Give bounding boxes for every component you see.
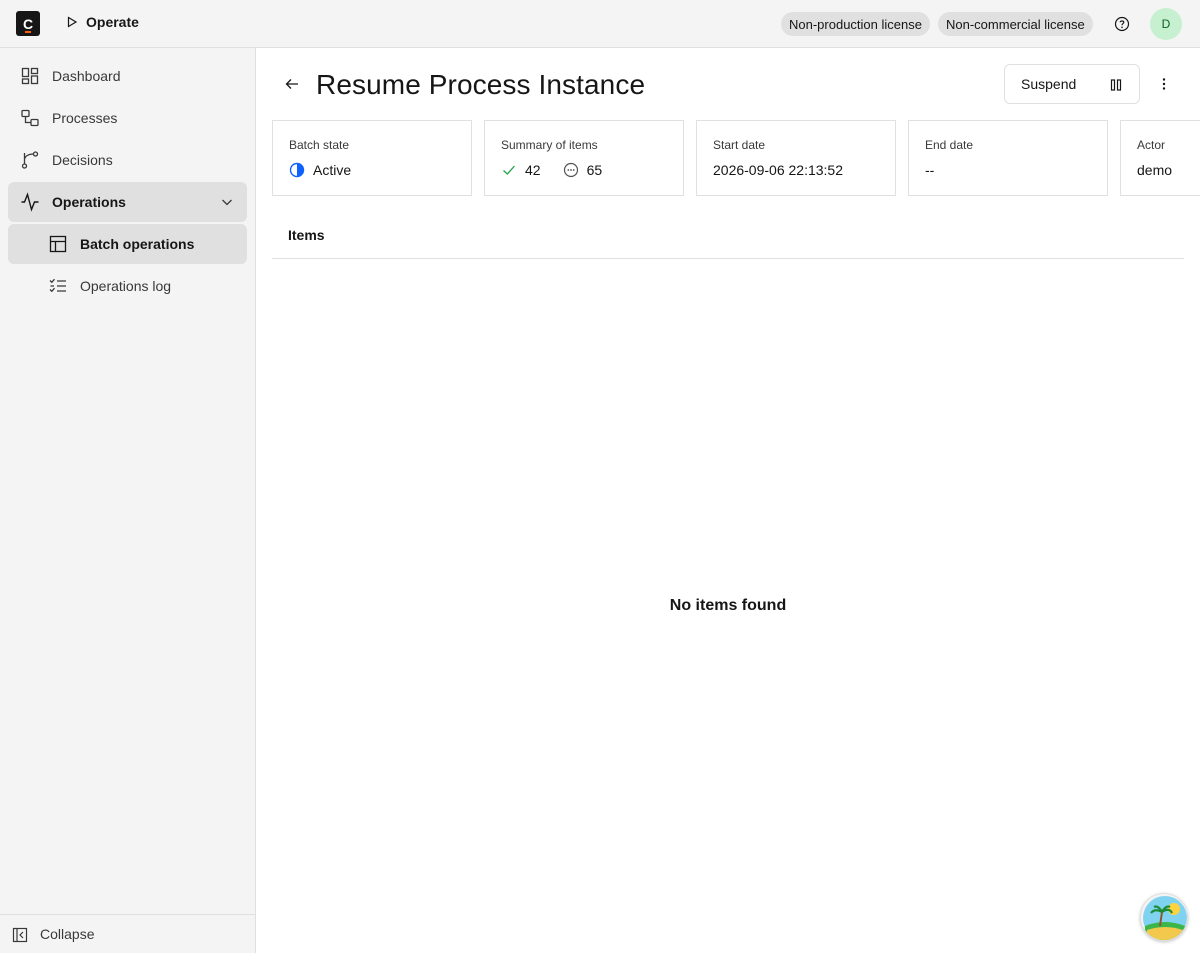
overflow-menu-vertical-icon bbox=[1162, 78, 1166, 90]
floating-help-button[interactable] bbox=[1140, 893, 1188, 941]
process-icon bbox=[21, 109, 39, 127]
tile-batch-state: Batch state Active bbox=[272, 120, 472, 196]
end-date-value: -- bbox=[925, 162, 935, 178]
summary-values: 42 65 bbox=[501, 162, 602, 178]
logo-accent-bar bbox=[25, 31, 31, 33]
dashboard-icon bbox=[21, 67, 39, 85]
batch-state-text: Active bbox=[313, 162, 352, 178]
checkmark-icon bbox=[503, 165, 515, 175]
sidebar-item-label: Processes bbox=[52, 110, 118, 126]
tile-label: End date bbox=[925, 138, 974, 152]
empty-state-message: No items found bbox=[669, 597, 787, 614]
tile-label: Actor bbox=[1137, 138, 1166, 152]
sidebar: Dashboard Processes Decisions Operations bbox=[0, 48, 256, 953]
batch-state-value: Active bbox=[289, 162, 351, 178]
tile-end-date: End date -- bbox=[908, 120, 1108, 196]
island-icon bbox=[1143, 896, 1187, 940]
tile-actor: Actor demo bbox=[1120, 120, 1200, 196]
items-divider bbox=[272, 258, 1184, 259]
page-title: Resume Process Instance bbox=[316, 69, 646, 100]
sidebar-collapse-button[interactable]: Collapse bbox=[0, 914, 255, 953]
pause-icon bbox=[1110, 79, 1122, 91]
app-switcher[interactable]: Operate bbox=[66, 14, 139, 30]
success-count: 42 bbox=[525, 162, 541, 178]
pending-icon bbox=[563, 162, 578, 178]
play-icon bbox=[67, 16, 78, 28]
license-tag-non-production: Non-production license bbox=[781, 12, 930, 36]
sidebar-item-decisions[interactable]: Decisions bbox=[8, 140, 247, 180]
help-circle-icon bbox=[1114, 16, 1130, 32]
tile-summary-of-items: Summary of items 42 65 bbox=[484, 120, 684, 196]
start-date-value: 2026-09-06 22:13:52 bbox=[713, 162, 843, 178]
sidebar-item-label: Operations bbox=[52, 194, 126, 210]
sidebar-item-operations[interactable]: Operations bbox=[8, 182, 247, 222]
decision-icon bbox=[21, 151, 39, 169]
sidebar-item-batch-operations[interactable]: Batch operations bbox=[8, 224, 247, 264]
suspend-label: Suspend bbox=[1021, 76, 1077, 92]
sidebar-item-label: Dashboard bbox=[52, 68, 121, 84]
tile-label: Batch state bbox=[289, 138, 350, 152]
sidebar-item-label: Decisions bbox=[52, 152, 113, 168]
sidebar-item-processes[interactable]: Processes bbox=[8, 98, 247, 138]
sidebar-item-dashboard[interactable]: Dashboard bbox=[8, 56, 247, 96]
license-tag-non-commercial: Non-commercial license bbox=[938, 12, 1093, 36]
sidebar-item-operations-log[interactable]: Operations log bbox=[8, 266, 247, 306]
help-button[interactable] bbox=[1106, 8, 1138, 40]
items-heading: Items bbox=[288, 227, 325, 243]
app-name: Operate bbox=[86, 14, 139, 30]
logo-letter: C bbox=[22, 15, 34, 32]
suspend-button[interactable]: Suspend bbox=[1004, 64, 1140, 104]
checklist-icon bbox=[49, 278, 66, 293]
tile-start-date: Start date 2026-09-06 22:13:52 bbox=[696, 120, 896, 196]
user-avatar[interactable]: D bbox=[1150, 8, 1182, 40]
camunda-logo[interactable]: C bbox=[16, 11, 40, 36]
table-icon bbox=[49, 235, 67, 253]
pending-count: 65 bbox=[586, 162, 603, 178]
app-header: C Operate Non-production license Non-com… bbox=[0, 0, 1200, 48]
overflow-menu-button[interactable] bbox=[1148, 68, 1180, 100]
tile-label: Start date bbox=[713, 138, 766, 152]
sidebar-item-label: Operations log bbox=[80, 278, 172, 294]
activity-icon bbox=[21, 192, 39, 212]
in-progress-icon bbox=[289, 162, 305, 178]
collapse-icon bbox=[12, 927, 28, 943]
actor-value: demo bbox=[1137, 162, 1173, 178]
chevron-down-icon bbox=[222, 199, 232, 206]
arrow-left-icon bbox=[285, 79, 298, 89]
back-button[interactable] bbox=[276, 68, 308, 100]
collapse-label: Collapse bbox=[40, 926, 95, 942]
tile-label: Summary of items bbox=[501, 138, 598, 152]
sidebar-item-label: Batch operations bbox=[80, 236, 195, 252]
